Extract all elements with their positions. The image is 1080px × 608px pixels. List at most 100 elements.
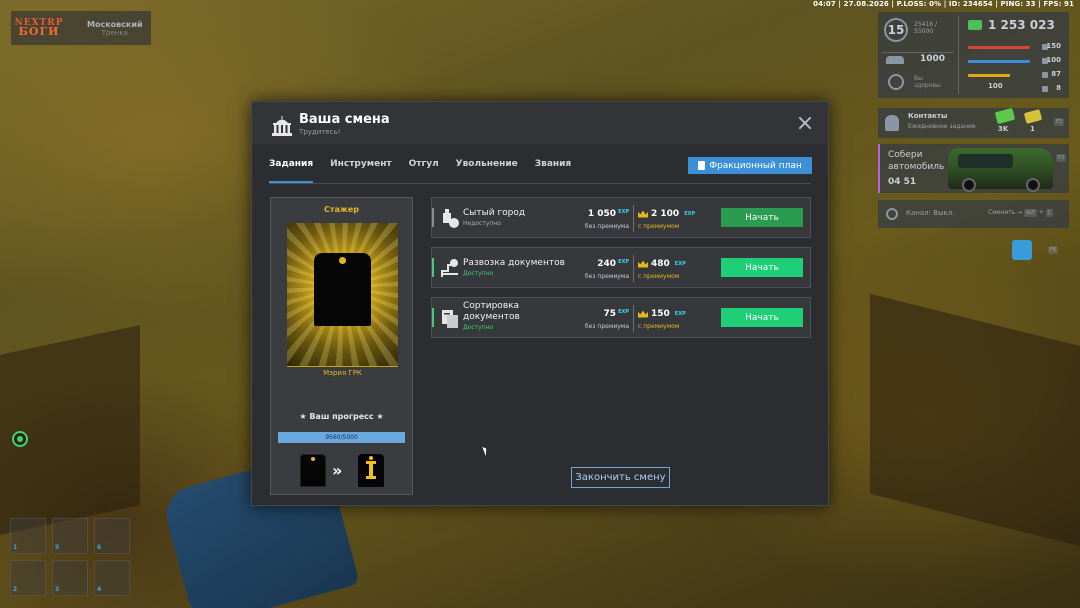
task-exp-label: без премиума (584, 273, 629, 280)
task-exp-label: без премиума (584, 323, 629, 330)
hotbar-slot[interactable]: 3 (52, 560, 88, 596)
dialog-header: Ваша смена Трудитесь! (252, 102, 828, 144)
shift-dialog: Ваша смена Трудитесь! Задания Инструмент… (251, 101, 829, 506)
radio-panel: Канал: Выкл. Сменить → ALT + C (878, 200, 1069, 228)
server-info: Московский Тренка (87, 20, 143, 37)
task-row: Развозка документов Доступно 240 EXP без … (431, 247, 811, 288)
double-chevron-icon: » (332, 461, 343, 480)
collect-car-event[interactable]: Собери автомобиль 04 51 F3 (878, 144, 1069, 193)
location-marker-icon (12, 431, 28, 447)
collect-text: Собери автомобиль (888, 150, 945, 172)
task-row: Сытый город Недоступно 1 050 EXP без прем… (431, 197, 811, 238)
delivery-route-icon (440, 257, 460, 279)
task-name: Сытый город (463, 208, 526, 218)
server-sub: Тренка (101, 28, 128, 37)
server-logo-box: NEXTRP БОГИ Московский Тренка (11, 11, 151, 45)
level-badge: 15 (884, 18, 908, 42)
task-exp: 240 EXP (597, 259, 629, 269)
stat-bar (968, 74, 1010, 77)
start-task-button[interactable]: Начать (721, 208, 803, 227)
wheel (1026, 178, 1040, 192)
badge-tag-icon (314, 253, 371, 326)
task-exp-label: без премиума (584, 223, 629, 230)
next-rank-icon (358, 454, 384, 487)
close-icon[interactable] (797, 115, 813, 131)
hotbar-slot[interactable]: 2 (10, 560, 46, 596)
level-exp: 25416 /55000 (914, 21, 938, 36)
end-shift-button[interactable]: Закончить смену (571, 467, 670, 488)
player-stats-panel: 15 25416 /55000 1 253 023 1000 Вы здоров… (878, 12, 1069, 98)
stat-bar (968, 60, 1030, 63)
tab-tasks[interactable]: Задания (269, 159, 314, 183)
reward-coin-value: 1 (1030, 125, 1035, 133)
task-premium-exp: 480 EXP (638, 259, 686, 269)
contacts-panel[interactable]: Контакты Ежедневное задание 3K 1 F2 (878, 107, 1069, 138)
task-premium-label: с премиумом (638, 223, 680, 230)
event-timer: 04 51 (888, 177, 917, 187)
stat-value: 87 (1051, 70, 1061, 78)
task-premium-label: с премиумом (638, 273, 680, 280)
tab-tools[interactable]: Инструмент (330, 159, 392, 183)
reward-money-icon (994, 107, 1016, 125)
task-name: Развозка документов (463, 258, 565, 268)
task-status: Доступно (463, 270, 494, 277)
crown-icon (638, 310, 648, 318)
task-accent (432, 258, 434, 277)
hotbar-slot[interactable]: 4 (94, 560, 130, 596)
rank-title: Стажер (323, 205, 360, 214)
task-premium-exp: 2 100 EXP (638, 209, 695, 219)
scene-desk-left (0, 325, 140, 535)
tab-ranks[interactable]: Звания (535, 159, 571, 183)
divider (958, 16, 959, 94)
document-icon (698, 161, 706, 170)
hotbar-slot[interactable]: 5 (52, 518, 88, 554)
task-accent (432, 308, 434, 327)
contacts-subtitle: Ежедневное задание (908, 123, 976, 130)
divider (633, 305, 634, 332)
person-icon (885, 115, 899, 131)
divider (882, 52, 954, 53)
dialog-subtitle: Трудитесь! (299, 128, 341, 136)
rank-card: Стажер Мэрия ГРК ★ Ваш прогресс ★ 9560/5… (270, 197, 413, 495)
stat-icon (1042, 72, 1048, 78)
hotbar-slot[interactable]: 1 (10, 518, 46, 554)
reward-money-value: 3K (998, 125, 1009, 133)
cash-icon (886, 56, 904, 64)
hotbar-slot[interactable]: 6 (94, 518, 130, 554)
car-image (948, 148, 1053, 192)
calendar-icon[interactable] (1012, 240, 1032, 260)
status-line: 04:07 | 27.08.2026 | P.LOSS: 0% | ID: 23… (813, 0, 1074, 8)
task-row: Сортировка документов Доступно 75 EXP без… (431, 297, 811, 338)
crown-icon (638, 260, 648, 268)
city-hall-icon (272, 116, 292, 136)
stat-value: 150 (1046, 42, 1061, 50)
game-logo: NEXTRP БОГИ (14, 17, 64, 39)
faction-plan-button[interactable]: Фракционный план (688, 157, 812, 174)
hotbar: 1 5 6 2 3 4 (10, 518, 132, 608)
stat-icon (1042, 86, 1048, 92)
stat-bar (968, 46, 1030, 49)
bank-money: 1 253 023 (988, 18, 1055, 32)
divider (633, 255, 634, 282)
rank-progress-bar: 9560/5000 (278, 432, 405, 443)
tab-dismissal[interactable]: Увольнение (456, 159, 518, 183)
documents-icon (440, 307, 460, 329)
start-task-button[interactable]: Начать (721, 258, 803, 277)
key-hint: F3 (1056, 154, 1067, 162)
radio-icon (886, 208, 898, 220)
task-status: Доступно (463, 324, 494, 331)
key-hint: F2 (1054, 118, 1065, 126)
current-rank-icon (300, 454, 326, 487)
radio-switch-hint: Сменить → ALT + C (988, 209, 1054, 217)
rank-organization: Мэрия ГРК (287, 366, 398, 380)
task-accent (432, 208, 434, 227)
food-icon (440, 207, 460, 229)
dialog-tabs: Задания Инструмент Отгул Увольнение Зван… (269, 159, 588, 183)
tab-day-off[interactable]: Отгул (409, 159, 439, 183)
progress-text: 9560/5000 (325, 434, 358, 441)
task-premium-label: с премиумом (638, 323, 680, 330)
heart-icon (888, 74, 904, 90)
wheel (962, 178, 976, 192)
start-task-button[interactable]: Начать (721, 308, 803, 327)
dialog-title: Ваша смена (299, 112, 390, 127)
